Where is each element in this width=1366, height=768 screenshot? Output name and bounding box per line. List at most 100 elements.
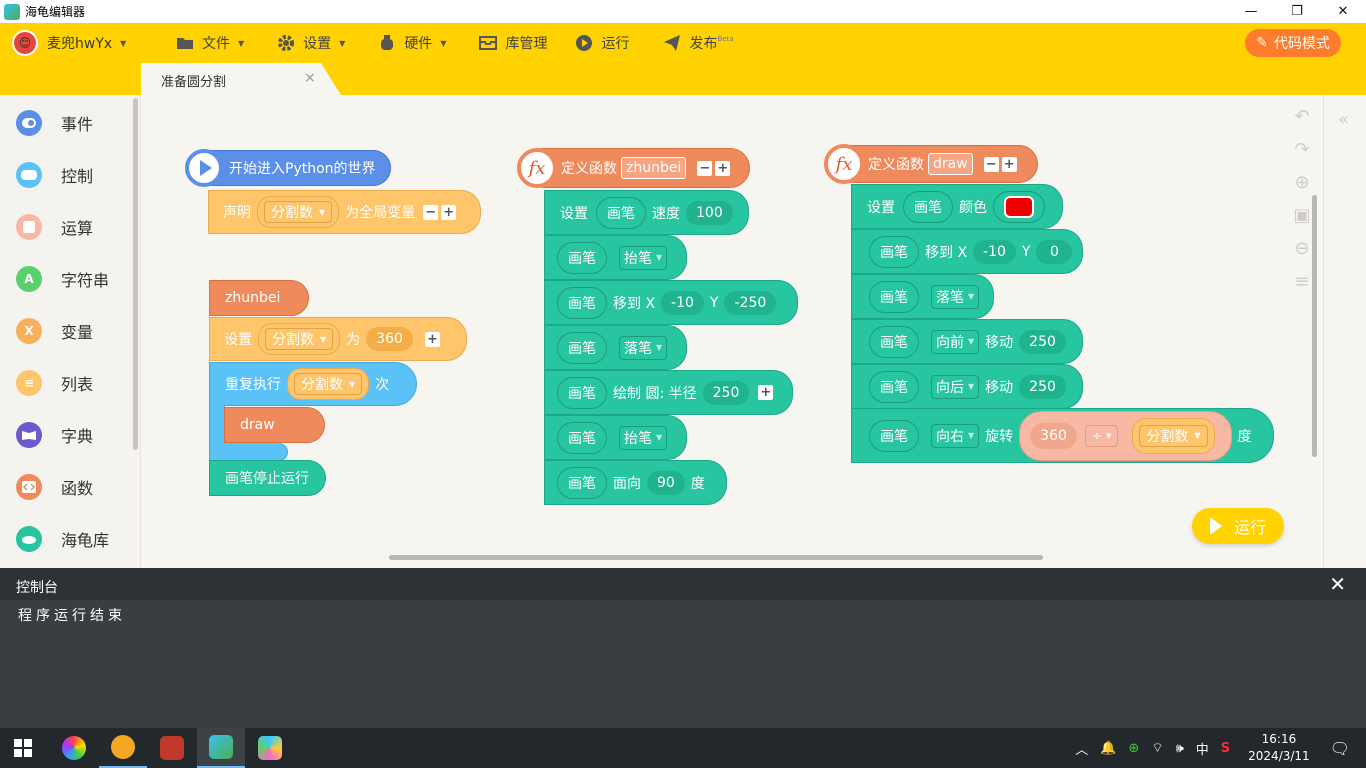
sidebar-item-variables[interactable]: X 变量: [16, 318, 93, 344]
speed-value-slot[interactable]: 100: [686, 200, 733, 225]
plus-icon[interactable]: +: [715, 160, 731, 176]
notification-bell-icon[interactable]: 🔔: [1100, 741, 1116, 756]
wifi-icon[interactable]: ⌔: [1151, 740, 1163, 756]
menu-hardware[interactable]: 硬件 ▼: [378, 33, 446, 53]
set-variable-block[interactable]: 设置 分割数 ▼ 为 360 +: [209, 317, 467, 361]
x-value-slot[interactable]: -10: [661, 290, 704, 315]
pen-down-block-2[interactable]: 画笔 落笔 ▼: [851, 274, 994, 319]
tab-close-icon[interactable]: ×: [304, 70, 316, 86]
divide-operator-block[interactable]: 360 ÷ ▼ 分割数 ▼: [1019, 410, 1232, 461]
taskbar-app-game[interactable]: [148, 728, 196, 768]
pen-selector[interactable]: 画笔: [557, 466, 607, 499]
plus-icon[interactable]: +: [1001, 156, 1017, 172]
workspace-horizontal-scrollbar[interactable]: [389, 555, 1043, 560]
minimize-button[interactable]: —: [1228, 0, 1274, 23]
x-value-slot[interactable]: -10: [973, 239, 1016, 264]
pen-heading-block[interactable]: 画笔 面向 90 度: [544, 460, 727, 505]
close-window-button[interactable]: ✕: [1320, 0, 1366, 23]
workspace-vertical-scrollbar[interactable]: [1312, 195, 1317, 457]
block-workspace[interactable]: 开始进入Python的世界 声明 分割数 ▼ 为全局变量 − + zhunbei …: [141, 95, 1323, 568]
declare-global-block[interactable]: 声明 分割数 ▼ 为全局变量 − +: [208, 190, 481, 234]
run-button[interactable]: 运行: [1192, 508, 1284, 544]
menu-library[interactable]: 库管理: [479, 33, 547, 53]
call-draw-block[interactable]: draw: [224, 407, 325, 443]
menu-settings[interactable]: 设置 ▼: [277, 33, 345, 53]
pen-goto-block[interactable]: 画笔 移到 X -10 Y -250: [544, 280, 798, 325]
pen-selector[interactable]: 画笔: [557, 376, 607, 409]
minus-icon[interactable]: −: [423, 204, 439, 220]
distance-value-slot[interactable]: 250: [1019, 329, 1066, 354]
code-mode-button[interactable]: ✎ 代码模式: [1245, 29, 1341, 57]
zoom-in-icon[interactable]: ⊕: [1291, 171, 1313, 193]
pen-action-dropdown[interactable]: 抬笔 ▼: [619, 425, 668, 450]
heading-value-slot[interactable]: 90: [647, 470, 685, 495]
y-value-slot[interactable]: 0: [1036, 239, 1073, 264]
sidebar-item-dict[interactable]: 字典: [16, 422, 93, 448]
pen-selector[interactable]: 画笔: [869, 235, 919, 268]
tab-file[interactable]: 准备圆分割 ×: [141, 63, 341, 95]
pen-selector[interactable]: 画笔: [869, 325, 919, 358]
console-output-panel[interactable]: 程序运行结束: [0, 600, 1366, 728]
plus-icon[interactable]: +: [441, 204, 457, 220]
repeat-block[interactable]: 重复执行 分割数 ▼ 次: [209, 362, 417, 406]
pen-selector[interactable]: 画笔: [557, 241, 607, 274]
sidebar-item-events[interactable]: 事件: [16, 110, 93, 136]
chevron-up-icon[interactable]: ︿: [1075, 739, 1088, 758]
variable-dropdown[interactable]: 分割数 ▼: [1132, 417, 1215, 454]
pen-up-block[interactable]: 画笔 抬笔 ▼: [544, 235, 687, 280]
ime-indicator[interactable]: 中: [1196, 739, 1209, 758]
minus-icon[interactable]: −: [697, 160, 713, 176]
zoom-out-icon[interactable]: ⊖: [1291, 237, 1313, 259]
pen-selector[interactable]: 画笔: [869, 419, 919, 452]
close-icon[interactable]: ✕: [1329, 572, 1346, 596]
pen-backward-block[interactable]: 画笔 向后 ▼ 移动 250: [851, 364, 1083, 409]
menu-run[interactable]: 运行: [575, 33, 629, 53]
dividend-slot[interactable]: 360: [1030, 422, 1077, 449]
redo-icon[interactable]: ↷: [1291, 138, 1313, 160]
color-picker[interactable]: [993, 190, 1045, 223]
pen-down-block[interactable]: 画笔 落笔 ▼: [544, 325, 687, 370]
taskbar-app-turtle-editor[interactable]: [197, 728, 245, 768]
pen-selector[interactable]: 画笔: [596, 196, 646, 229]
plus-circle-icon[interactable]: ⊕: [1128, 741, 1139, 756]
undo-icon[interactable]: ↶: [1291, 105, 1313, 127]
function-name-field[interactable]: zhunbei: [621, 157, 687, 179]
pen-action-dropdown[interactable]: 落笔 ▼: [931, 284, 980, 309]
pen-selector[interactable]: 画笔: [557, 286, 607, 319]
sogou-input-icon[interactable]: S: [1221, 741, 1230, 756]
draw-circle-block[interactable]: 画笔 绘制 圆: 半径 250 +: [544, 370, 793, 415]
direction-dropdown[interactable]: 向后 ▼: [931, 374, 980, 399]
start-block[interactable]: 开始进入Python的世界: [185, 149, 391, 187]
user-menu[interactable]: 😊 麦兜hwYx ▼: [12, 30, 152, 56]
minus-icon[interactable]: −: [983, 156, 999, 172]
taskbar-app-tiles[interactable]: [246, 728, 294, 768]
pen-turn-right-block[interactable]: 画笔 向右 ▼ 旋转 360 ÷ ▼ 分割数 ▼ 度: [851, 408, 1274, 463]
call-zhunbei-block[interactable]: zhunbei: [209, 280, 309, 316]
sidebar-scrollbar[interactable]: [133, 98, 138, 450]
plus-icon[interactable]: +: [758, 385, 774, 400]
set-pen-color-block[interactable]: 设置 画笔 颜色: [851, 184, 1063, 229]
zoom-reset-icon[interactable]: ▣: [1291, 204, 1313, 226]
action-center-icon[interactable]: 🗨: [1330, 739, 1350, 758]
direction-dropdown[interactable]: 向右 ▼: [931, 423, 980, 448]
value-slot[interactable]: 360: [366, 327, 413, 351]
sidebar-item-functions[interactable]: 函数: [16, 474, 93, 500]
variable-dropdown[interactable]: 分割数 ▼: [257, 196, 340, 228]
direction-dropdown[interactable]: 向前 ▼: [931, 329, 980, 354]
y-value-slot[interactable]: -250: [724, 290, 777, 315]
distance-value-slot[interactable]: 250: [1019, 374, 1066, 399]
cleanup-icon[interactable]: ≡: [1291, 270, 1313, 292]
double-chevron-left-icon[interactable]: «: [1338, 109, 1349, 130]
pen-up-block-2[interactable]: 画笔 抬笔 ▼: [544, 415, 687, 460]
pen-selector[interactable]: 画笔: [903, 190, 953, 223]
volume-icon[interactable]: 🕪: [1176, 741, 1184, 756]
windows-start-icon[interactable]: [14, 739, 32, 757]
radius-value-slot[interactable]: 250: [702, 380, 750, 405]
maximize-button[interactable]: ❐: [1274, 0, 1320, 23]
clock[interactable]: 16:16 2024/3/11: [1248, 731, 1310, 765]
taskbar-app-browser[interactable]: [50, 728, 98, 768]
pen-selector[interactable]: 画笔: [557, 421, 607, 454]
variable-dropdown[interactable]: 分割数 ▼: [258, 323, 341, 355]
define-function-zhunbei-block[interactable]: fx 定义函数 zhunbei − +: [517, 148, 750, 188]
pen-selector[interactable]: 画笔: [557, 331, 607, 364]
